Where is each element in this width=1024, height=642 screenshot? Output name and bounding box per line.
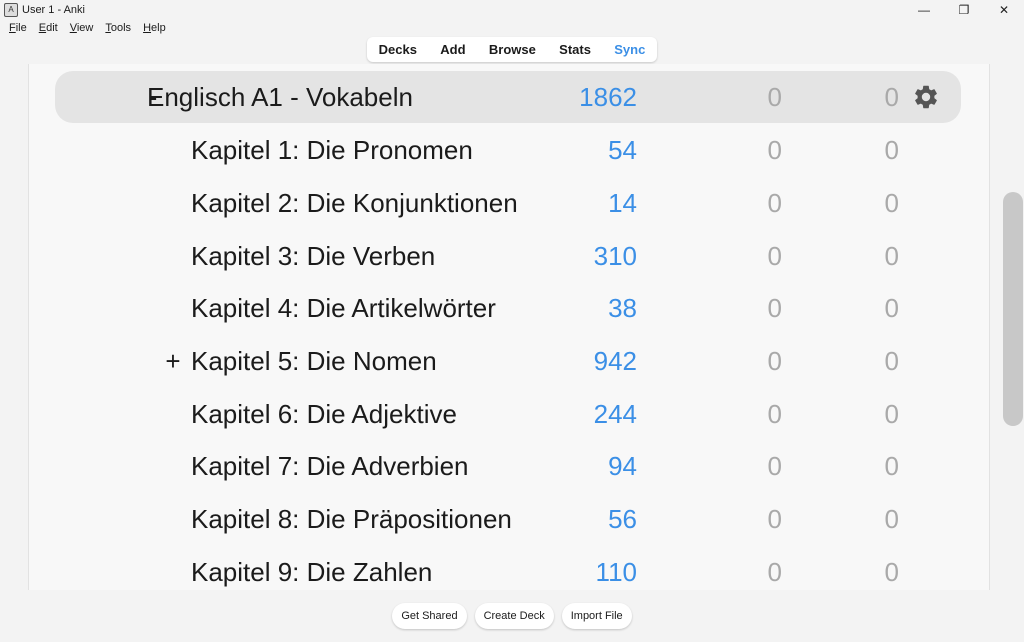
learn-count: 0 (767, 293, 782, 323)
menu-file[interactable]: File (9, 22, 27, 34)
deck-row-current: - Englisch A1 - Vokabeln 1862 0 0 (55, 71, 961, 123)
deck-name[interactable]: Kapitel 6: Die Adjektive (191, 388, 457, 440)
deck-name[interactable]: Kapitel 7: Die Adverbien (191, 440, 469, 492)
deck-row: Kapitel 2: Die Konjunktionen 14 0 0 (29, 177, 989, 229)
learn-count: 0 (767, 135, 782, 165)
deck-name[interactable]: Englisch A1 - Vokabeln (147, 71, 413, 123)
learn-count: 0 (767, 399, 782, 429)
deck-row: Kapitel 4: Die Artikelwörter 38 0 0 (29, 282, 989, 334)
new-count: 942 (593, 346, 637, 376)
deck-row: Kapitel 6: Die Adjektive 244 0 0 (29, 388, 989, 440)
due-count: 0 (884, 241, 899, 271)
vertical-scrollbar[interactable] (1003, 192, 1023, 426)
menu-edit[interactable]: Edit (39, 22, 58, 34)
deck-name[interactable]: Kapitel 8: Die Präpositionen (191, 493, 512, 545)
learn-count: 0 (767, 451, 782, 481)
due-count: 0 (884, 451, 899, 481)
deck-name[interactable]: Kapitel 3: Die Verben (191, 230, 435, 282)
new-count: 310 (593, 241, 637, 271)
new-count: 14 (608, 188, 637, 218)
expand-toggle[interactable]: + (163, 335, 183, 387)
due-count: 0 (884, 188, 899, 218)
top-toolbar: Decks Add Browse Stats Sync (367, 37, 657, 62)
deck-row: + Kapitel 5: Die Nomen 942 0 0 (29, 335, 989, 387)
toolbar-decks[interactable]: Decks (379, 42, 417, 57)
new-count: 56 (608, 504, 637, 534)
minimize-button[interactable]: — (904, 0, 944, 20)
learn-count: 0 (767, 241, 782, 271)
due-count: 0 (884, 399, 899, 429)
window-controls: — ❐ ✕ (904, 0, 1024, 20)
deck-name[interactable]: Kapitel 4: Die Artikelwörter (191, 282, 496, 334)
learn-count: 0 (767, 504, 782, 534)
due-count: 0 (884, 346, 899, 376)
window-title: User 1 - Anki (22, 4, 85, 16)
new-count: 38 (608, 293, 637, 323)
learn-count: 0 (767, 557, 782, 587)
deck-name[interactable]: Kapitel 9: Die Zahlen (191, 546, 432, 590)
close-button[interactable]: ✕ (984, 0, 1024, 20)
due-count: 0 (884, 504, 899, 534)
deck-name[interactable]: Kapitel 2: Die Konjunktionen (191, 177, 518, 229)
learn-count: 0 (767, 82, 782, 112)
new-count: 94 (608, 451, 637, 481)
deck-row: Kapitel 3: Die Verben 310 0 0 (29, 230, 989, 282)
toolbar-browse[interactable]: Browse (489, 42, 536, 57)
get-shared-button[interactable]: Get Shared (392, 603, 467, 629)
due-count: 0 (884, 135, 899, 165)
deck-name[interactable]: Kapitel 5: Die Nomen (191, 335, 437, 387)
due-count: 0 (884, 557, 899, 587)
import-file-button[interactable]: Import File (561, 603, 632, 629)
title-bar: A User 1 - Anki — ❐ ✕ (0, 0, 1024, 20)
deck-list: - Englisch A1 - Vokabeln 1862 0 0 Kapite… (28, 64, 990, 590)
due-count: 0 (884, 293, 899, 323)
menu-tools[interactable]: Tools (105, 22, 131, 34)
new-count: 110 (595, 557, 637, 587)
deck-row: Kapitel 7: Die Adverbien 94 0 0 (29, 440, 989, 492)
learn-count: 0 (767, 188, 782, 218)
new-count: 244 (593, 399, 637, 429)
new-count: 54 (608, 135, 637, 165)
learn-count: 0 (767, 346, 782, 376)
deck-row: Kapitel 8: Die Präpositionen 56 0 0 (29, 493, 989, 545)
bottom-bar: Get Shared Create Deck Import File (0, 590, 1024, 642)
due-count: 0 (884, 82, 899, 112)
deck-row: Kapitel 1: Die Pronomen 54 0 0 (29, 124, 989, 176)
menu-help[interactable]: Help (143, 22, 166, 34)
menu-bar: File Edit View Tools Help (0, 20, 1024, 36)
new-count: 1862 (579, 82, 637, 112)
deck-name[interactable]: Kapitel 1: Die Pronomen (191, 124, 473, 176)
restore-button[interactable]: ❐ (944, 0, 984, 20)
toolbar-sync[interactable]: Sync (614, 42, 645, 57)
toolbar-add[interactable]: Add (440, 42, 465, 57)
deck-row: Kapitel 9: Die Zahlen 110 0 0 (29, 546, 989, 590)
create-deck-button[interactable]: Create Deck (474, 603, 554, 629)
gear-icon[interactable] (911, 71, 941, 123)
toolbar-stats[interactable]: Stats (559, 42, 591, 57)
anki-app-icon: A (4, 3, 18, 17)
menu-view[interactable]: View (70, 22, 94, 34)
